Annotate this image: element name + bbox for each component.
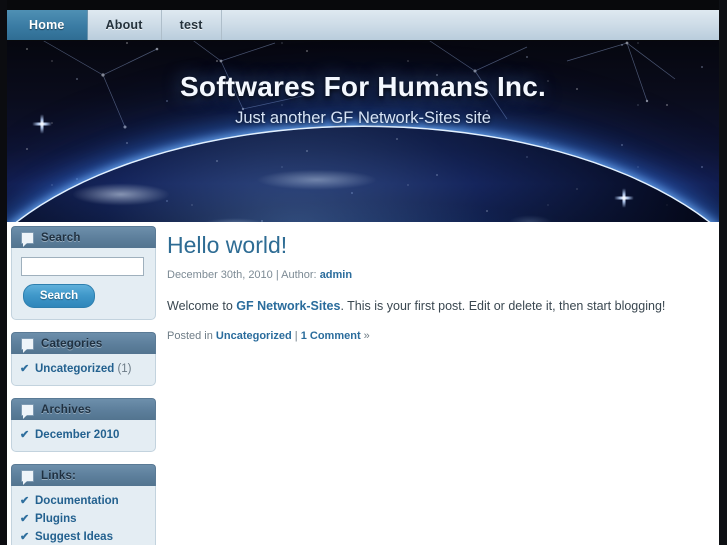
list-item[interactable]: ✔ Plugins <box>20 510 147 528</box>
widget-categories: Categories ✔ Uncategorized (1) <box>11 332 156 386</box>
list-item[interactable]: ✔ December 2010 <box>20 426 147 444</box>
categories-list: ✔ Uncategorized (1) <box>20 360 147 378</box>
check-bullet-icon: ✔ <box>20 495 30 507</box>
widget-search: Search Search <box>11 226 156 320</box>
primary-navigation: Home About test <box>7 10 719 40</box>
post-category-link[interactable]: Uncategorized <box>216 330 292 342</box>
link-documentation[interactable]: Documentation <box>35 495 119 507</box>
site-title: Softwares For Humans Inc. <box>180 71 546 102</box>
widget-links-header: Links: <box>11 464 156 486</box>
search-button[interactable]: Search <box>23 284 95 308</box>
page-frame-left <box>0 0 7 545</box>
post-comments-link[interactable]: 1 Comment <box>301 330 361 342</box>
nav-tab-test[interactable]: test <box>162 10 222 40</box>
widget-categories-header: Categories <box>11 332 156 354</box>
earth-landmass <box>163 170 646 222</box>
page-frame-right <box>719 0 727 545</box>
footer-separator: | <box>291 330 301 342</box>
sidebar: Search Search Categories ✔ Uncategorized … <box>11 226 156 545</box>
speech-bubble-icon <box>21 337 34 353</box>
post-author-link[interactable]: admin <box>320 269 352 281</box>
check-bullet-icon: ✔ <box>20 513 30 525</box>
posted-in-label: Posted in <box>167 330 216 342</box>
speech-bubble-icon <box>21 469 34 485</box>
link-plugins[interactable]: Plugins <box>35 513 77 525</box>
site-banner: Softwares For Humans Inc. Just another G… <box>7 31 719 222</box>
check-bullet-icon: ✔ <box>20 429 30 441</box>
widget-search-title: Search <box>41 231 81 244</box>
post-body: Welcome to GF Network-Sites. This is you… <box>167 298 672 314</box>
category-count: (1) <box>117 363 132 375</box>
post-body-rest: . This is your first post. Edit or delet… <box>340 299 666 313</box>
widget-categories-body: ✔ Uncategorized (1) <box>11 354 156 386</box>
widget-search-body: Search <box>11 248 156 320</box>
footer-suffix: » <box>360 330 370 342</box>
check-bullet-icon: ✔ <box>20 363 30 375</box>
page-root: Softwares For Humans Inc. Just another G… <box>0 0 727 545</box>
post-meta: December 30th, 2010 | Author: admin <box>167 269 672 281</box>
site-tagline: Just another GF Network-Sites site <box>235 109 491 127</box>
search-input[interactable] <box>21 257 144 276</box>
nav-tab-about[interactable]: About <box>88 10 162 40</box>
list-item[interactable]: ✔ Uncategorized (1) <box>20 360 147 378</box>
widget-search-header: Search <box>11 226 156 248</box>
nav-tab-home[interactable]: Home <box>7 10 88 40</box>
links-list: ✔ Documentation ✔ Plugins ✔ Suggest Ideas ✔… <box>20 492 147 545</box>
main-content: Hello world! December 30th, 2010 | Autho… <box>167 232 672 342</box>
category-link[interactable]: Uncategorized <box>35 363 114 375</box>
archives-list: ✔ December 2010 <box>20 426 147 444</box>
list-item[interactable]: ✔ Documentation <box>20 492 147 510</box>
nav-bar-background: Home About test <box>0 0 727 41</box>
speech-bubble-icon <box>21 231 34 247</box>
speech-bubble-icon <box>21 403 34 419</box>
widget-links-title: Links: <box>41 469 77 482</box>
post-body-link[interactable]: GF Network-Sites <box>236 299 340 313</box>
content-area: Search Search Categories ✔ Uncategorized … <box>7 222 719 545</box>
widget-archives: Archives ✔ December 2010 <box>11 398 156 452</box>
post-footer: Posted in Uncategorized | 1 Comment » <box>167 330 672 342</box>
post-body-lead: Welcome to <box>167 299 237 313</box>
widget-archives-body: ✔ December 2010 <box>11 420 156 452</box>
widget-archives-title: Archives <box>41 403 92 416</box>
link-suggest-ideas[interactable]: Suggest Ideas <box>35 531 113 543</box>
widget-links-body: ✔ Documentation ✔ Plugins ✔ Suggest Ideas ✔… <box>11 486 156 545</box>
widget-categories-title: Categories <box>41 337 103 350</box>
post-title[interactable]: Hello world! <box>167 232 672 259</box>
list-item[interactable]: ✔ Suggest Ideas <box>20 528 147 545</box>
widget-archives-header: Archives <box>11 398 156 420</box>
check-bullet-icon: ✔ <box>20 531 30 543</box>
banner-text-block: Softwares For Humans Inc. Just another G… <box>7 71 719 128</box>
post-date: December 30th, 2010 | Author: <box>167 269 320 281</box>
widget-links: Links: ✔ Documentation ✔ Plugins ✔ Suggest … <box>11 464 156 545</box>
archive-link[interactable]: December 2010 <box>35 429 119 441</box>
